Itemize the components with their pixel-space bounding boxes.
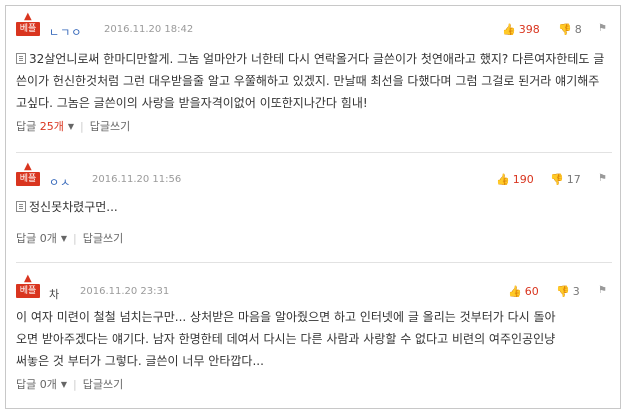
comment-body: 정신못차렸구먼...: [16, 196, 606, 218]
write-reply-button[interactable]: 답글쓰기: [83, 378, 123, 391]
downvote-count: 3: [572, 285, 580, 298]
downvote-count: 8: [574, 23, 582, 36]
comment-3: ▲ 베플 차 2016.11.20 23:31 👍 60 👎 3 ⚑ 이 여자 미련…: [16, 274, 612, 402]
comment-divider: [16, 262, 612, 263]
upvote-button[interactable]: 👍 190: [496, 173, 534, 186]
comment-date: 2016.11.20 11:56: [92, 174, 182, 185]
reply-count: 0개: [39, 378, 57, 391]
comment-footer: 답글 0개 ▼ | 답글쓰기: [16, 376, 123, 394]
comment-text-line: 오면 받아주겠다는 얘기다. 남자 한명한테 데여서 다시는 다른 사람과 사랑…: [16, 332, 556, 346]
thumbs-up-icon: 👍: [508, 285, 522, 298]
separator: |: [80, 119, 84, 133]
downvote-button[interactable]: 👎 3: [556, 285, 580, 298]
thumbs-down-icon: 👎: [558, 23, 572, 36]
reply-toggle[interactable]: 답글 0개 ▼: [16, 377, 68, 391]
comment-footer: 답글 0개 ▼ | 답글쓰기: [16, 230, 123, 248]
thumbs-up-icon: ▲: [24, 273, 32, 284]
best-badge-label: 베플: [16, 284, 40, 298]
document-icon: [16, 201, 26, 212]
comment-author[interactable]: 차: [49, 286, 60, 302]
report-flag-icon[interactable]: ⚑: [598, 23, 607, 34]
reply-count: 0개: [39, 232, 57, 245]
comment-date: 2016.11.20 23:31: [80, 286, 170, 297]
caret-down-icon: ▼: [60, 233, 68, 243]
thumbs-up-icon: 👍: [496, 173, 510, 186]
comment-1: ▲ 베플 ㄴㄱㅇ 2016.11.20 18:42 👍 398 👎 8 ⚑ 32살언…: [16, 12, 612, 142]
reply-toggle[interactable]: 답글 25개 ▼: [16, 119, 75, 133]
report-flag-icon[interactable]: ⚑: [598, 285, 607, 296]
separator: |: [73, 231, 77, 245]
comment-body: 32살언니로써 한마디만할게. 그놈 얼마안가 너한테 다시 연락올거다 글쓴이…: [16, 48, 606, 114]
downvote-count: 17: [566, 173, 581, 186]
comment-text: 정신못차렸구먼...: [29, 200, 118, 214]
comment-text-line: 써놓은 것 부터가 그렇다. 글쓴이 너무 안타깝다...: [16, 354, 264, 368]
thumbs-up-icon: ▲: [24, 11, 32, 22]
write-reply-button[interactable]: 답글쓰기: [83, 232, 123, 245]
best-badge-label: 베플: [16, 172, 40, 186]
upvote-count: 190: [512, 173, 534, 186]
comment-2: ▲ 베플 ㅇㅅ 2016.11.20 11:56 👍 190 👎 17 ⚑ 정신못차…: [16, 162, 612, 254]
comment-divider: [16, 152, 612, 153]
thumbs-up-icon: ▲: [24, 161, 32, 172]
upvote-count: 398: [518, 23, 540, 36]
comment-footer: 답글 25개 ▼ | 답글쓰기: [16, 118, 130, 136]
thumbs-down-icon: 👎: [556, 285, 570, 298]
caret-down-icon: ▼: [67, 121, 75, 131]
reply-count: 25개: [39, 120, 64, 133]
reply-toggle[interactable]: 답글 0개 ▼: [16, 231, 68, 245]
thumbs-down-icon: 👎: [550, 173, 564, 186]
report-flag-icon[interactable]: ⚑: [598, 173, 607, 184]
best-comment-badge: ▲ 베플: [16, 12, 40, 42]
comment-text: 32살언니로써 한마디만할게. 그놈 얼마안가 너한테 다시 연락올거다 글쓴이…: [16, 52, 605, 110]
upvote-count: 60: [524, 285, 539, 298]
comment-body: 이 여자 미련이 철철 넘치는구만... 상처받은 마음을 알아줬으면 하고 인…: [16, 306, 606, 372]
separator: |: [73, 377, 77, 391]
best-comment-badge: ▲ 베플: [16, 274, 40, 304]
comment-author[interactable]: ㄴㄱㅇ: [49, 24, 82, 40]
thumbs-up-icon: 👍: [502, 23, 516, 36]
comment-date: 2016.11.20 18:42: [104, 24, 194, 35]
best-comment-badge: ▲ 베플: [16, 162, 40, 192]
comment-text-line: 이 여자 미련이 철철 넘치는구만... 상처받은 마음을 알아줬으면 하고 인…: [16, 310, 556, 324]
document-icon: [16, 53, 26, 64]
upvote-button[interactable]: 👍 60: [508, 285, 539, 298]
downvote-button[interactable]: 👎 17: [550, 173, 581, 186]
upvote-button[interactable]: 👍 398: [502, 23, 540, 36]
comment-author[interactable]: ㅇㅅ: [49, 174, 71, 190]
write-reply-button[interactable]: 답글쓰기: [90, 120, 130, 133]
downvote-button[interactable]: 👎 8: [558, 23, 582, 36]
caret-down-icon: ▼: [60, 379, 68, 389]
best-badge-label: 베플: [16, 22, 40, 36]
